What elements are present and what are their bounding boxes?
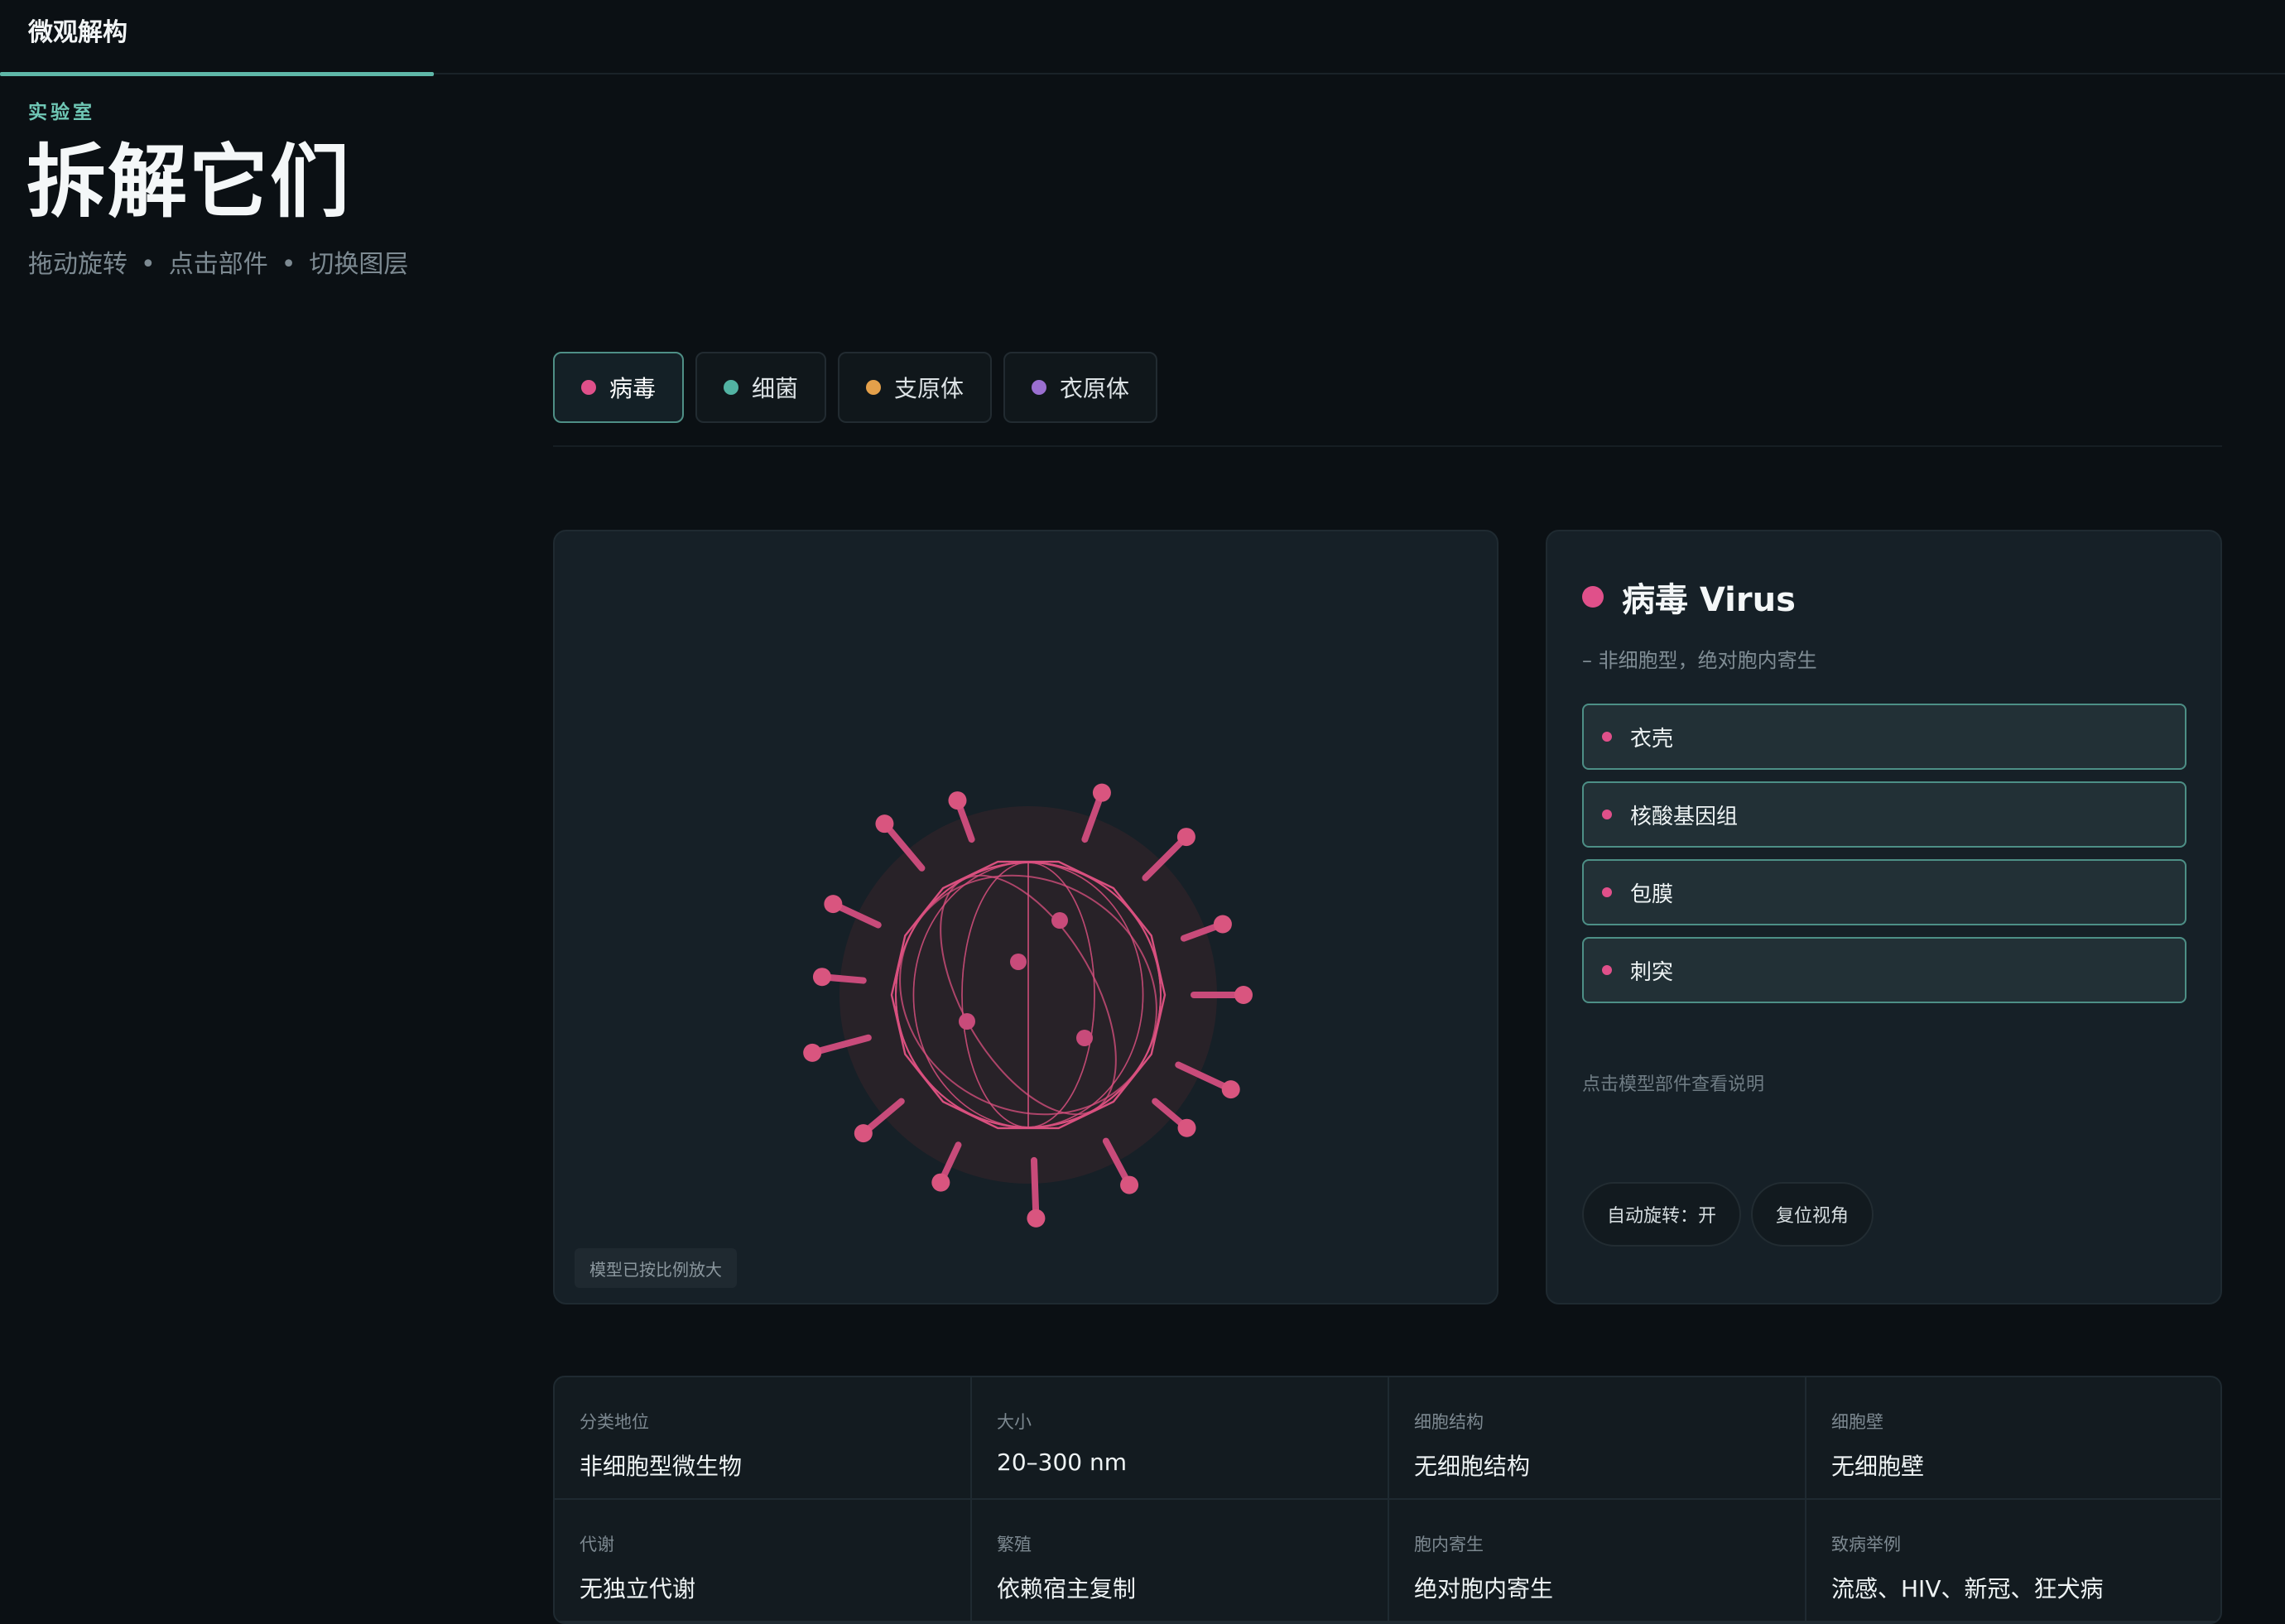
fact-value: 非细胞型微生物 (580, 1453, 743, 1480)
part-dot (1602, 887, 1612, 897)
tab-label: 支原体 (894, 375, 965, 402)
tab-label: 衣原体 (1060, 375, 1130, 402)
panel-header: 病毒 Virus (1582, 573, 1796, 621)
fact-cell: 大小 20–300 nm (972, 1377, 1389, 1500)
fact-cell: 致病举例 流感、HIV、新冠、狂犬病 (1806, 1500, 2220, 1622)
part-label: 核酸基因组 (1630, 804, 1739, 829)
facts-table: 分类地位 非细胞型微生物 大小 20–300 nm 细胞结构 无细胞结构 细胞壁… (553, 1376, 2222, 1624)
fact-cell: 分类地位 非细胞型微生物 (555, 1377, 972, 1500)
part-label: 包膜 (1630, 882, 1674, 907)
genome-node (1051, 912, 1068, 929)
panel-hint: 点击模型部件查看说明 (1582, 1074, 1765, 1095)
fact-key: 繁殖 (997, 1535, 1032, 1554)
hint-click: 点击部件 (168, 250, 268, 279)
spike-head (1027, 1208, 1046, 1228)
fact-cell: 细胞壁 无细胞壁 (1806, 1377, 2220, 1500)
fact-key: 致病举例 (1831, 1535, 1901, 1554)
fact-value: 无细胞结构 (1414, 1453, 1531, 1480)
parts-list: 衣壳 核酸基因组 包膜 刺突 (1582, 704, 2186, 1015)
fact-value: 无独立代谢 (580, 1575, 696, 1602)
fact-key: 胞内寄生 (1414, 1535, 1484, 1554)
virus-color-dot (581, 380, 596, 395)
tab-label: 病毒 (609, 375, 657, 402)
part-dot (1602, 965, 1612, 975)
scale-caption: 模型已按比例放大 (575, 1248, 737, 1288)
tabs-divider (553, 445, 2222, 447)
part-capsid[interactable]: 衣壳 (1582, 704, 2186, 770)
tab-mycoplasma[interactable]: 支原体 (838, 352, 993, 423)
spike-head (824, 895, 843, 914)
tab-label: 细菌 (752, 375, 799, 402)
hero-hints: 拖动旋转 • 点击部件 • 切换图层 (28, 243, 408, 280)
organism-title: 病毒 Virus (1622, 581, 1796, 619)
part-label: 刺突 (1630, 959, 1674, 985)
separator-dot: • (281, 250, 296, 279)
top-bar: 微观解构 (0, 0, 2285, 76)
spike-head (948, 791, 967, 810)
spike-head (1234, 986, 1253, 1004)
organism-description: – 非细胞型，绝对胞内寄生 (1582, 649, 1817, 672)
fact-cell: 细胞结构 无细胞结构 (1389, 1377, 1806, 1500)
virus-model[interactable] (555, 531, 1498, 1304)
part-dot (1602, 810, 1612, 819)
mycoplasma-color-dot (866, 380, 882, 395)
fact-value: 依赖宿主复制 (997, 1575, 1137, 1602)
spike-head (931, 1173, 950, 1192)
genome-node (1076, 1030, 1093, 1046)
spike-head (1177, 1118, 1196, 1137)
model-viewport[interactable]: 模型已按比例放大 (553, 530, 1498, 1304)
fact-value: 无细胞壁 (1831, 1453, 1925, 1480)
fact-cell: 胞内寄生 绝对胞内寄生 (1389, 1500, 1806, 1622)
info-panel: 病毒 Virus – 非细胞型，绝对胞内寄生 衣壳 核酸基因组 包膜 刺突 点击… (1546, 530, 2222, 1304)
genome-node (959, 1013, 975, 1030)
reset-view-button[interactable]: 复位视角 (1751, 1182, 1874, 1247)
fact-cell: 代谢 无独立代谢 (555, 1500, 972, 1622)
fact-key: 细胞壁 (1831, 1412, 1883, 1432)
fact-value: 流感、HIV、新冠、狂犬病 (1831, 1575, 2104, 1602)
fact-value: 绝对胞内寄生 (1414, 1575, 1554, 1602)
separator-dot: • (141, 250, 156, 279)
spike-head (1213, 915, 1232, 934)
bacteria-color-dot (724, 380, 739, 395)
fact-key: 大小 (997, 1412, 1032, 1432)
tab-virus[interactable]: 病毒 (553, 352, 685, 423)
fact-cell: 繁殖 依赖宿主复制 (972, 1500, 1389, 1622)
chlamydia-color-dot (1032, 380, 1047, 395)
virus-color-dot (1582, 586, 1604, 608)
fact-value: 20–300 nm (997, 1449, 1127, 1476)
fact-key: 分类地位 (580, 1412, 649, 1432)
app-brand[interactable]: 微观解构 (28, 12, 127, 48)
scroll-progress-bar (0, 72, 435, 76)
tab-bacteria[interactable]: 细菌 (695, 352, 827, 423)
spike-head (1092, 783, 1111, 802)
section-eyebrow: 实验室 (28, 102, 95, 123)
organism-tabs: 病毒 细菌 支原体 衣原体 (553, 352, 1158, 423)
part-genome[interactable]: 核酸基因组 (1582, 781, 2186, 848)
fact-key: 细胞结构 (1414, 1412, 1484, 1432)
spike-head (812, 968, 831, 987)
spike-head (875, 814, 894, 834)
part-label: 衣壳 (1630, 726, 1674, 752)
page-title: 拆解它们 (26, 136, 351, 228)
spike-head (1221, 1080, 1240, 1099)
spike-head (854, 1124, 873, 1143)
part-dot (1602, 732, 1612, 742)
hint-drag: 拖动旋转 (28, 250, 127, 279)
part-envelope[interactable]: 包膜 (1582, 859, 2186, 925)
tab-chlamydia[interactable]: 衣原体 (1003, 352, 1158, 423)
hint-layer: 切换图层 (309, 250, 409, 279)
spike-head (1120, 1175, 1139, 1194)
spike-head (803, 1043, 822, 1062)
part-spikes[interactable]: 刺突 (1582, 937, 2186, 1003)
auto-rotate-toggle[interactable]: 自动旋转：开 (1582, 1182, 1742, 1247)
spike-head (1176, 828, 1195, 847)
genome-node (1010, 954, 1027, 970)
fact-key: 代谢 (580, 1535, 614, 1554)
